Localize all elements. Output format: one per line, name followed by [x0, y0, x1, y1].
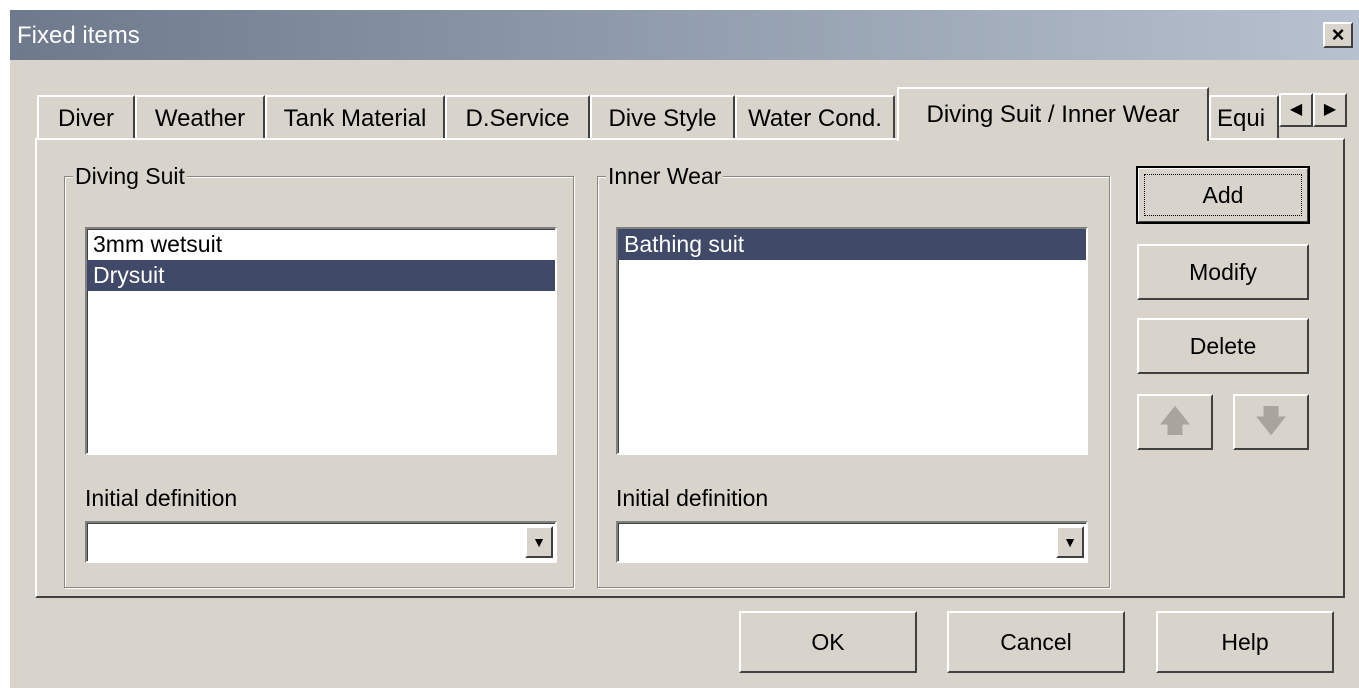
diving-suit-list[interactable]: 3mm wetsuit Drysuit [85, 227, 557, 455]
inner-wear-group: Inner Wear Bathing suit Initial definiti… [597, 161, 1110, 588]
tab-tank-material[interactable]: Tank Material [265, 95, 445, 139]
list-item[interactable]: Drysuit [87, 260, 555, 291]
tab-diving-suit-inner-wear[interactable]: Diving Suit / Inner Wear [897, 87, 1209, 141]
modify-button[interactable]: Modify [1137, 244, 1309, 300]
tab-scroll-left-icon[interactable]: ◀ [1279, 93, 1313, 127]
help-button[interactable]: Help [1156, 611, 1334, 673]
delete-button[interactable]: Delete [1137, 318, 1309, 374]
focus-ring [1144, 174, 1302, 216]
fixed-items-dialog: Fixed items × Diver Weather Tank Materia… [10, 10, 1359, 688]
move-up-icon[interactable]: 🡅 [1137, 394, 1213, 450]
close-button[interactable]: × [1323, 22, 1353, 48]
list-item[interactable]: Bathing suit [618, 229, 1086, 260]
inner-wear-initial-label: Initial definition [616, 485, 769, 511]
tab-diver[interactable]: Diver [37, 95, 135, 139]
ok-button[interactable]: OK [739, 611, 917, 673]
chevron-down-icon[interactable]: ▼ [525, 526, 553, 558]
tab-water-cond[interactable]: Water Cond. [735, 95, 895, 139]
tab-dive-style[interactable]: Dive Style [590, 95, 735, 139]
add-button[interactable]: Add [1136, 166, 1310, 224]
tab-scroll-right-icon[interactable]: ▶ [1313, 93, 1347, 127]
window-title: Fixed items [17, 22, 140, 49]
title-bar: Fixed items × [10, 10, 1359, 60]
move-down-icon[interactable]: 🡇 [1233, 394, 1309, 450]
diving-suit-initial-label: Initial definition [85, 485, 238, 511]
inner-wear-list[interactable]: Bathing suit [616, 227, 1088, 455]
diving-suit-initial-select[interactable]: ▼ [85, 521, 557, 563]
inner-wear-group-label: Inner Wear [606, 161, 724, 191]
diving-suit-group-label: Diving Suit [73, 161, 187, 191]
chevron-down-icon[interactable]: ▼ [1056, 526, 1084, 558]
tab-weather[interactable]: Weather [135, 95, 265, 139]
tab-d-service[interactable]: D.Service [445, 95, 590, 139]
tab-panel: Diving Suit 3mm wetsuit Drysuit Initial … [35, 138, 1345, 598]
diving-suit-group: Diving Suit 3mm wetsuit Drysuit Initial … [64, 161, 574, 588]
tab-equipment[interactable]: Equi [1209, 95, 1279, 139]
list-item[interactable]: 3mm wetsuit [87, 229, 555, 260]
inner-wear-initial-select[interactable]: ▼ [616, 521, 1088, 563]
cancel-button[interactable]: Cancel [947, 611, 1125, 673]
